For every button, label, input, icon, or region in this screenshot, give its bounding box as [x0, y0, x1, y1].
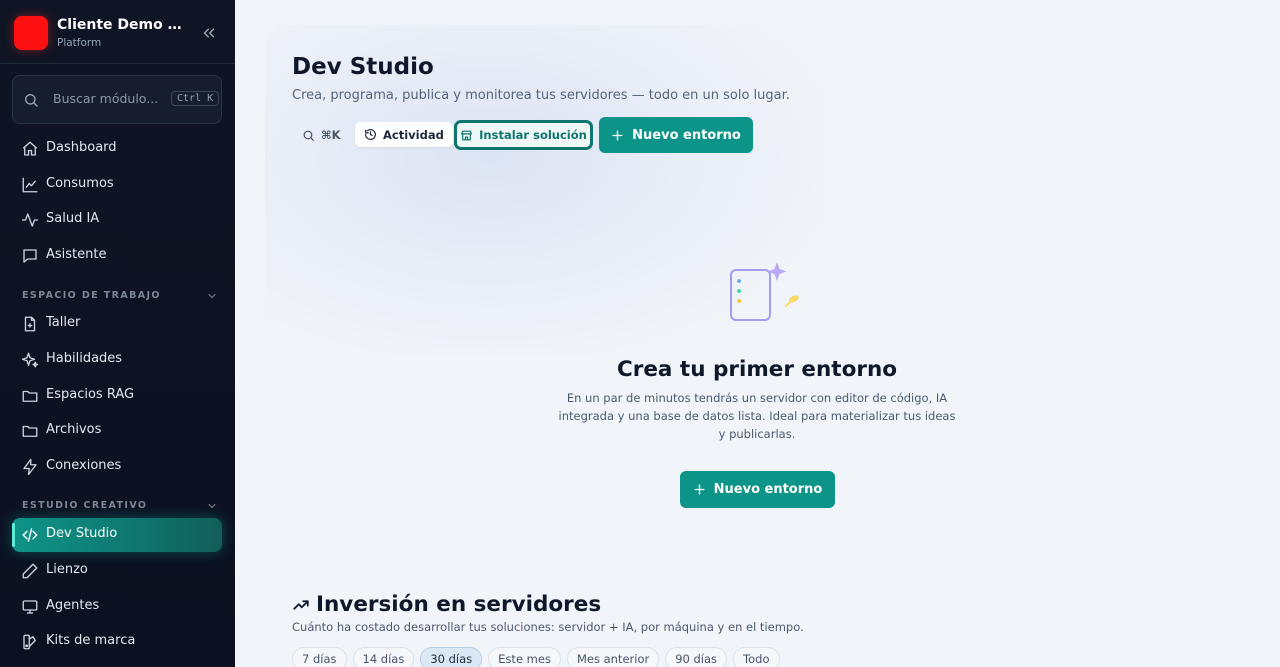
sparkles-icon	[21, 352, 39, 368]
module-search-placeholder: Buscar módulo...	[53, 91, 159, 106]
main-content: Dev Studio Crea, programa, publica y mon…	[235, 0, 1280, 667]
empty-state-description: En un par de minutos tendrás un servidor…	[558, 391, 956, 441]
history-icon	[365, 129, 376, 140]
palette-icon	[23, 634, 36, 650]
sidebar-item-label: Asistente	[46, 247, 107, 262]
chat-icon	[23, 249, 37, 263]
sidebar-item-espacios-rag[interactable]: Espacios RAG	[12, 379, 222, 413]
sidebar-item-label: Salud IA	[46, 211, 100, 226]
page-title: Dev Studio	[292, 54, 434, 80]
sidebar-item-agentes[interactable]: Agentes	[12, 590, 222, 624]
range-90-days[interactable]: 90 días	[665, 647, 728, 667]
sidebar-item-label: Habilidades	[46, 351, 123, 366]
range-this-month[interactable]: Este mes	[488, 647, 561, 667]
sidebar-item-asistente[interactable]: Asistente	[12, 239, 222, 273]
section-workspace-header[interactable]: ESPACIO DE TRABAJO	[22, 290, 218, 301]
sidebar-item-taller[interactable]: Taller	[12, 307, 222, 341]
range-all[interactable]: Todo	[733, 647, 780, 667]
page-subtitle: Crea, programa, publica y monitorea tus …	[292, 88, 790, 103]
sidebar-item-label: Agentes	[46, 598, 100, 613]
sidebar-item-habilidades[interactable]: Habilidades	[12, 343, 222, 377]
plus-icon	[694, 484, 705, 495]
trending-up-icon	[293, 599, 309, 610]
section-creative-header[interactable]: ESTUDIO CREATIVO	[22, 500, 218, 511]
sidebar-item-label: Taller	[46, 315, 81, 330]
date-range-selector: 7 días 14 días 30 días Este mes Mes ante…	[292, 647, 780, 667]
search-icon	[303, 130, 314, 141]
section-title: ESTUDIO CREATIVO	[22, 500, 148, 511]
investment-subtitle: Cuánto ha costado desarrollar tus soluci…	[292, 620, 804, 634]
brand-name: Cliente Demo Sl...	[57, 17, 189, 33]
sidebar-item-label: Espacios RAG	[46, 387, 135, 402]
empty-state-new-environment-button[interactable]: Nuevo entorno	[680, 471, 835, 508]
store-icon	[461, 130, 473, 140]
activity-button[interactable]: Actividad	[355, 122, 453, 147]
home-icon	[22, 141, 38, 156]
sidebar: Cliente Demo Sl... Platform Buscar módul…	[0, 0, 235, 667]
section-title: ESPACIO DE TRABAJO	[22, 290, 161, 301]
new-environment-label: Nuevo entorno	[632, 127, 741, 143]
sidebar-item-conexiones[interactable]: Conexiones	[12, 450, 222, 484]
command-shortcut-label: ⌘K	[321, 128, 341, 142]
install-solution-label: Instalar solución	[479, 128, 587, 142]
sidebar-item-label: Dev Studio	[46, 526, 118, 541]
file-plus-icon	[24, 316, 36, 332]
zap-icon	[23, 458, 37, 476]
code-icon	[22, 528, 38, 542]
install-solution-button[interactable]: Instalar solución	[454, 120, 593, 150]
sidebar-item-label: Kits de marca	[46, 633, 136, 648]
brand-header[interactable]: Cliente Demo Sl... Platform	[0, 0, 235, 64]
range-7-days[interactable]: 7 días	[292, 647, 347, 667]
line-chart-icon	[22, 177, 38, 193]
range-previous-month[interactable]: Mes anterior	[566, 647, 660, 667]
chevron-down-icon	[208, 504, 216, 509]
new-environment-button[interactable]: Nuevo entorno	[599, 117, 753, 153]
empty-state-button-label: Nuevo entorno	[713, 482, 823, 497]
activity-icon	[21, 213, 39, 227]
sidebar-item-dev-studio[interactable]: Dev Studio	[12, 518, 222, 552]
sidebar-item-consumos[interactable]: Consumos	[12, 168, 222, 202]
command-palette-button[interactable]: ⌘K	[292, 124, 351, 146]
sidebar-item-label: Lienzo	[46, 562, 88, 577]
activity-label: Actividad	[383, 127, 444, 142]
range-14-days[interactable]: 14 días	[352, 647, 415, 667]
brand-subtitle: Platform	[57, 37, 102, 49]
sidebar-item-label: Conexiones	[46, 458, 122, 473]
folder-icon	[22, 390, 38, 402]
monitor-icon	[22, 600, 38, 614]
investment-title: Inversión en servidores	[316, 592, 602, 617]
module-search[interactable]: Buscar módulo... Ctrl K	[12, 75, 222, 124]
chevron-down-icon	[208, 294, 216, 299]
brand-logo	[14, 16, 48, 50]
empty-state-title: Crea tu primer entorno	[616, 357, 898, 382]
sidebar-item-label: Dashboard	[46, 140, 117, 155]
sidebar-item-kits-de-marca[interactable]: Kits de marca	[12, 625, 222, 659]
sidebar-item-archivos[interactable]: Archivos	[12, 414, 222, 448]
folder-icon	[22, 425, 38, 437]
sidebar-item-dashboard[interactable]: Dashboard	[12, 132, 222, 166]
empty-state-illustration	[730, 262, 799, 321]
collapse-sidebar-icon[interactable]	[200, 24, 218, 42]
pencil-icon	[22, 563, 38, 579]
sidebar-item-lienzo[interactable]: Lienzo	[12, 554, 222, 588]
investment-header: Inversión en servidores	[292, 592, 601, 617]
sidebar-item-label: Archivos	[46, 422, 102, 437]
range-30-days[interactable]: 30 días	[420, 647, 483, 667]
sidebar-item-salud-ia[interactable]: Salud IA	[12, 203, 222, 237]
sidebar-item-label: Consumos	[46, 176, 114, 191]
plus-icon	[612, 129, 623, 141]
search-shortcut: Ctrl K	[171, 91, 220, 106]
search-icon	[25, 94, 38, 107]
